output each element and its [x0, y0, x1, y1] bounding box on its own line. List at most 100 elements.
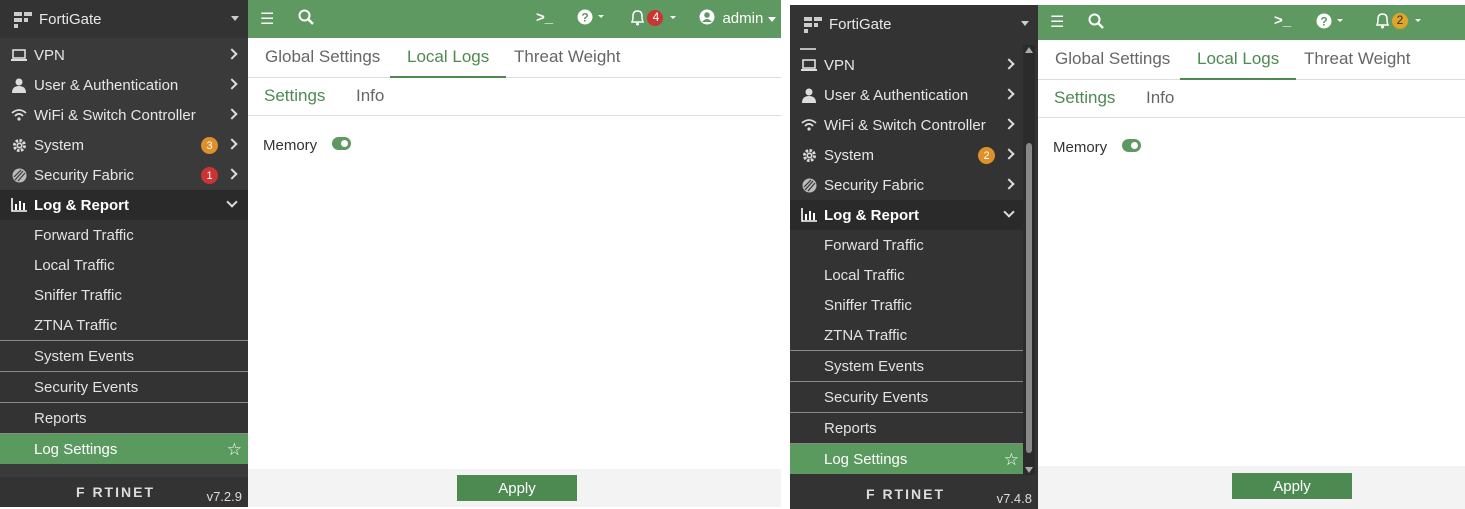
submenu-reports[interactable]: Reports	[790, 412, 1025, 443]
apply-button[interactable]: Apply	[1232, 473, 1352, 499]
memory-toggle[interactable]	[1122, 139, 1141, 152]
menu-vpn[interactable]: VPN	[790, 50, 1025, 80]
caret-down-icon	[231, 16, 239, 21]
submenu-ztna-traffic[interactable]: ZTNA Traffic	[0, 310, 248, 340]
cli-console-icon[interactable]: >_	[536, 9, 553, 26]
search-icon[interactable]	[1088, 13, 1104, 34]
submenu-label: Log Settings	[34, 440, 118, 458]
tab-settings[interactable]: Settings	[1038, 80, 1131, 118]
menu-vpn[interactable]: VPN	[0, 40, 248, 70]
help-icon[interactable]: ?	[1316, 13, 1344, 34]
search-icon[interactable]	[298, 9, 314, 30]
tab-global-settings[interactable]: Global Settings	[248, 38, 397, 78]
submenu-system-events[interactable]: System Events	[790, 350, 1025, 381]
menu-log-report[interactable]: Log & Report	[0, 190, 248, 220]
fabric-icon	[10, 167, 28, 183]
sidebar-footer: F RTINET v7.2.9	[0, 477, 248, 507]
sidebar: FortiGate VPN User & Authentication WiFi…	[790, 5, 1038, 509]
submenu-local-traffic[interactable]: Local Traffic	[0, 250, 248, 280]
menu-label: Log & Report	[824, 206, 919, 224]
account-icon	[699, 9, 715, 25]
notification-count: 4	[652, 10, 660, 24]
notification-badge: 1	[201, 167, 218, 184]
menu-security-fabric[interactable]: Security Fabric 1	[0, 160, 248, 190]
chart-icon	[10, 197, 28, 213]
submenu-sniffer-traffic[interactable]: Sniffer Traffic	[0, 280, 248, 310]
menu-user-auth[interactable]: User & Authentication	[0, 70, 248, 100]
star-icon[interactable]: ☆	[227, 440, 242, 460]
user-icon	[10, 77, 28, 93]
wifi-icon	[10, 107, 28, 123]
menu-label: User & Authentication	[824, 86, 969, 104]
memory-toggle[interactable]	[332, 137, 351, 150]
submenu-label: Log Settings	[824, 450, 908, 468]
app-name: FortiGate	[829, 15, 892, 33]
memory-label: Memory	[263, 137, 318, 154]
submenu-reports[interactable]: Reports	[0, 402, 248, 433]
scroll-down-icon[interactable]	[1025, 467, 1033, 473]
submenu-local-traffic[interactable]: Local Traffic	[790, 260, 1025, 290]
menu-system[interactable]: System 3	[0, 130, 248, 160]
menu-log-report[interactable]: Log & Report	[790, 200, 1025, 230]
star-icon[interactable]: ☆	[1004, 450, 1019, 470]
submenu-log-settings[interactable]: Log Settings ☆	[790, 443, 1025, 474]
cli-console-icon[interactable]: >_	[1274, 12, 1291, 29]
tab-local-logs[interactable]: Local Logs	[390, 38, 507, 78]
menu-system[interactable]: System 2	[790, 140, 1025, 170]
fortinet-logo: F RTINET	[76, 484, 155, 500]
menu-wifi-switch[interactable]: WiFi & Switch Controller	[790, 110, 1025, 140]
menu-security-fabric[interactable]: Security Fabric	[790, 170, 1025, 200]
caret-down-icon	[767, 17, 776, 22]
chevron-right-icon	[1003, 118, 1015, 130]
menu-label: VPN	[34, 46, 65, 64]
menu-label: System	[824, 146, 875, 164]
menu-icon[interactable]: ☰	[260, 9, 274, 29]
app-switcher[interactable]: FortiGate	[0, 0, 248, 38]
fortinet-logo: F RTINET	[866, 486, 945, 502]
submenu-security-events[interactable]: Security Events	[0, 371, 248, 402]
chart-icon	[800, 207, 818, 223]
gear-icon	[800, 147, 818, 163]
menu-wifi-switch[interactable]: WiFi & Switch Controller	[0, 100, 248, 130]
submenu-forward-traffic[interactable]: Forward Traffic	[790, 230, 1025, 260]
chevron-right-icon	[1003, 88, 1015, 100]
tab-threat-weight[interactable]: Threat Weight	[497, 38, 637, 78]
svg-text:?: ?	[1320, 15, 1327, 29]
submenu-log-settings[interactable]: Log Settings ☆	[0, 433, 248, 464]
menu-user-auth[interactable]: User & Authentication	[790, 80, 1025, 110]
app-switcher[interactable]: FortiGate	[790, 5, 1038, 43]
submenu-forward-traffic[interactable]: Forward Traffic	[0, 220, 248, 250]
version-label: v7.4.8	[996, 491, 1032, 506]
submenu-sniffer-traffic[interactable]: Sniffer Traffic	[790, 290, 1025, 320]
tab-info[interactable]: Info	[340, 78, 400, 116]
wifi-icon	[800, 117, 818, 133]
user-menu[interactable]: admin	[699, 9, 776, 28]
tab-info[interactable]: Info	[1130, 80, 1190, 118]
footer-bar: Apply	[1038, 466, 1465, 509]
tab-global-settings[interactable]: Global Settings	[1038, 40, 1187, 80]
tab-threat-weight[interactable]: Threat Weight	[1287, 40, 1427, 80]
chevron-right-icon	[1003, 148, 1015, 160]
username: admin	[722, 10, 764, 27]
help-icon[interactable]: ?	[577, 9, 605, 30]
menu-icon[interactable]: ☰	[1050, 12, 1064, 32]
notification-badge: 2	[978, 147, 995, 164]
chevron-right-icon	[226, 138, 238, 150]
scroll-thumb[interactable]	[1026, 143, 1032, 453]
chevron-down-icon	[226, 196, 238, 208]
fortigate-logo-icon	[804, 17, 822, 33]
submenu-system-events[interactable]: System Events	[0, 340, 248, 371]
sidebar-scrollbar[interactable]	[1023, 45, 1035, 475]
notification-badge: 3	[201, 137, 218, 154]
chevron-right-icon	[1003, 178, 1015, 190]
scroll-up-icon[interactable]	[1025, 47, 1033, 53]
tab-settings[interactable]: Settings	[248, 78, 341, 116]
submenu-ztna-traffic[interactable]: ZTNA Traffic	[790, 320, 1025, 350]
apply-button[interactable]: Apply	[457, 475, 577, 501]
submenu-security-events[interactable]: Security Events	[790, 381, 1025, 412]
app-name: FortiGate	[39, 10, 102, 28]
tab-local-logs[interactable]: Local Logs	[1180, 40, 1297, 80]
version-label: v7.2.9	[206, 489, 242, 504]
menu-label: System	[34, 136, 85, 154]
chevron-right-icon	[1003, 58, 1015, 70]
